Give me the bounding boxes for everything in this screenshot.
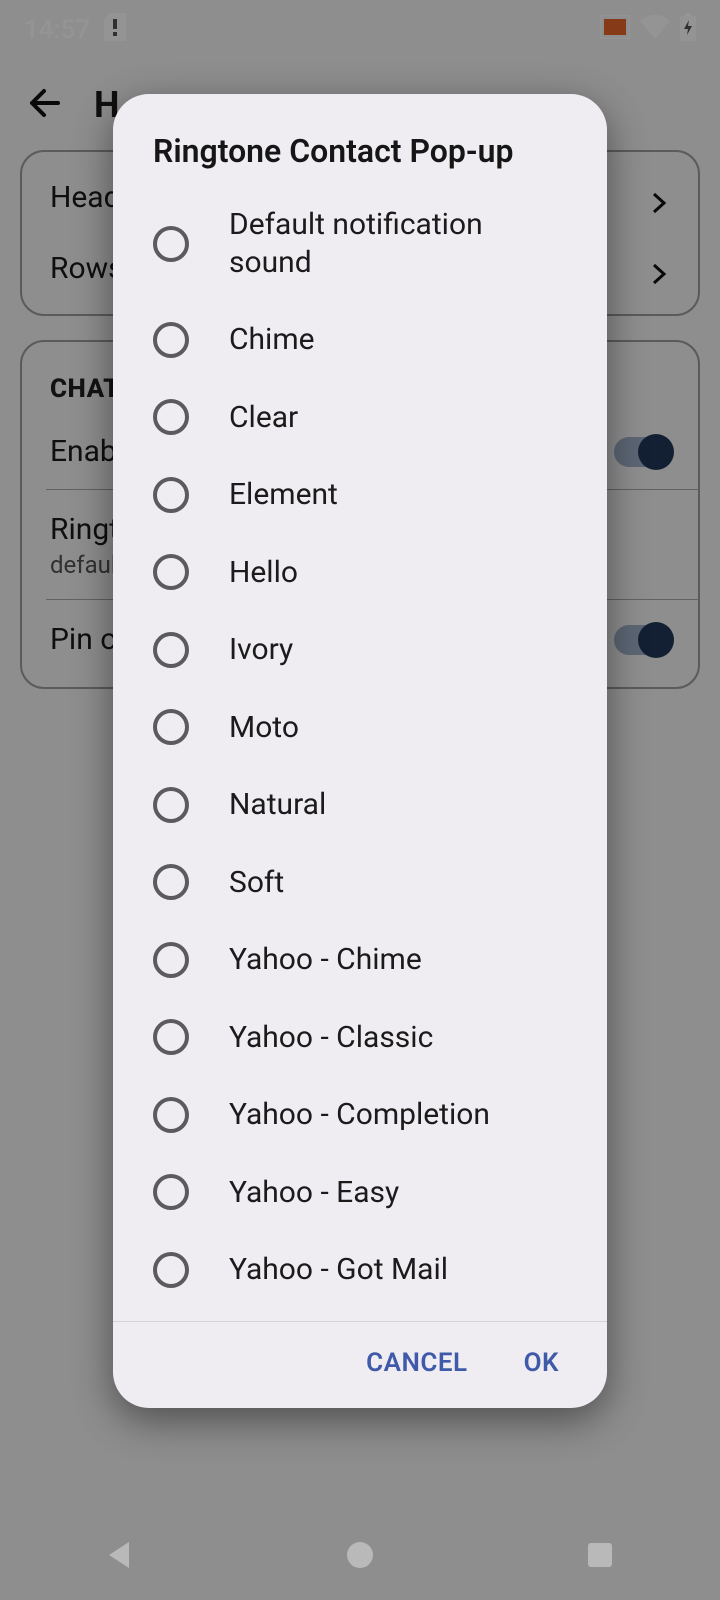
option-label: Clear xyxy=(229,399,298,437)
radio-icon xyxy=(153,399,189,435)
ok-button[interactable]: OK xyxy=(524,1348,559,1378)
radio-icon xyxy=(153,1174,189,1210)
ringtone-option[interactable]: Yahoo - Completion xyxy=(113,1076,607,1154)
ringtone-option[interactable]: Clear xyxy=(113,379,607,457)
radio-icon xyxy=(153,477,189,513)
nav-recent-icon[interactable] xyxy=(583,1538,617,1576)
ringtone-option[interactable]: Yahoo - Got Mail xyxy=(113,1231,607,1309)
ringtone-option[interactable]: Default notification sound xyxy=(113,186,607,301)
radio-icon xyxy=(153,864,189,900)
radio-icon xyxy=(153,322,189,358)
option-label: Moto xyxy=(229,709,299,747)
dialog-button-bar: CANCEL OK xyxy=(113,1321,607,1408)
option-label: Yahoo - Completion xyxy=(229,1096,490,1134)
radio-icon xyxy=(153,226,189,262)
ringtone-option[interactable]: Yahoo - Easy xyxy=(113,1154,607,1232)
option-label: Ivory xyxy=(229,631,293,669)
ringtone-dialog: Ringtone Contact Pop-up Default notifica… xyxy=(113,94,607,1408)
radio-icon xyxy=(153,1097,189,1133)
ringtone-option[interactable]: Yahoo - Chime xyxy=(113,921,607,999)
ringtone-option[interactable]: Ivory xyxy=(113,611,607,689)
ringtone-option[interactable]: Natural xyxy=(113,766,607,844)
cancel-button[interactable]: CANCEL xyxy=(366,1348,467,1378)
radio-icon xyxy=(153,554,189,590)
radio-icon xyxy=(153,942,189,978)
system-nav-bar xyxy=(0,1514,720,1600)
ringtone-option[interactable]: Soft xyxy=(113,844,607,922)
option-label: Yahoo - Got Mail xyxy=(229,1251,448,1289)
option-label: Chime xyxy=(229,321,315,359)
nav-back-icon[interactable] xyxy=(103,1538,137,1576)
ringtone-options: Default notification sound Chime Clear E… xyxy=(113,180,607,1321)
option-label: Yahoo - Easy xyxy=(229,1174,399,1212)
option-label: Yahoo - Chime xyxy=(229,941,422,979)
radio-icon xyxy=(153,1252,189,1288)
option-label: Element xyxy=(229,476,338,514)
ringtone-option[interactable]: Moto xyxy=(113,689,607,767)
ringtone-option[interactable]: Chime xyxy=(113,301,607,379)
option-label: Natural xyxy=(229,786,326,824)
dialog-title: Ringtone Contact Pop-up xyxy=(113,94,607,180)
option-label: Yahoo - Classic xyxy=(229,1019,433,1057)
radio-icon xyxy=(153,709,189,745)
radio-icon xyxy=(153,632,189,668)
ringtone-option[interactable]: Hello xyxy=(113,534,607,612)
nav-home-icon[interactable] xyxy=(343,1538,377,1576)
radio-icon xyxy=(153,1019,189,1055)
option-label: Default notification sound xyxy=(229,206,567,281)
option-label: Hello xyxy=(229,554,298,592)
radio-icon xyxy=(153,787,189,823)
ringtone-option[interactable]: Yahoo - Classic xyxy=(113,999,607,1077)
option-label: Soft xyxy=(229,864,284,902)
ringtone-option[interactable]: Element xyxy=(113,456,607,534)
